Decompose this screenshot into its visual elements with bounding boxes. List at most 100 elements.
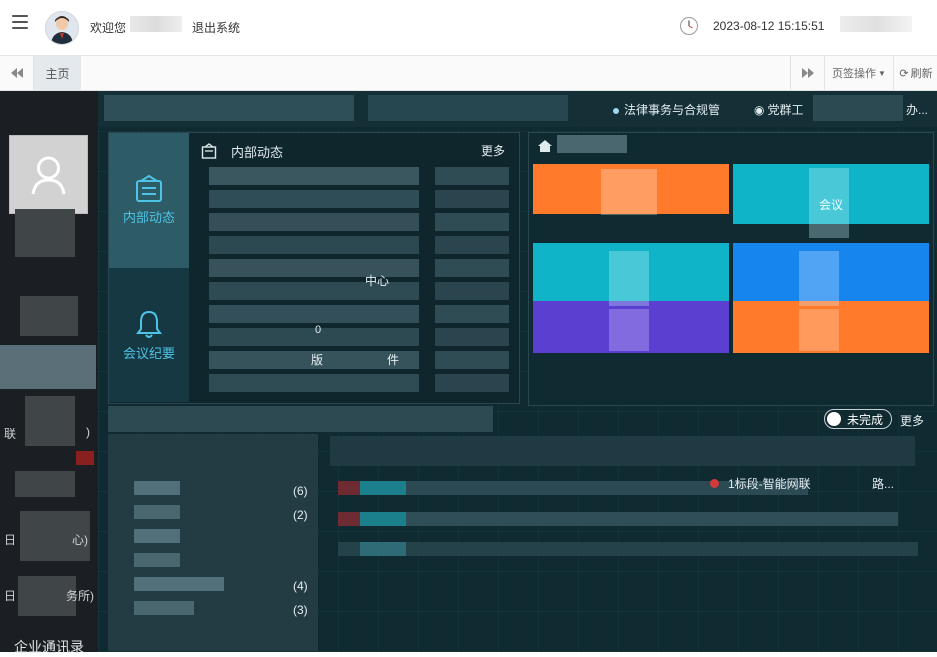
todo-category[interactable] <box>134 505 180 519</box>
todo-row[interactable] <box>338 542 918 556</box>
todo-count: (6) <box>293 484 308 498</box>
header-right-blurred <box>840 16 912 32</box>
panel-title-internal-news: 内部动态 <box>231 145 284 160</box>
todo-row-text[interactable]: 1标段-智能网联 <box>728 475 811 492</box>
welcome-text: 欢迎您 <box>90 21 127 35</box>
refresh-label: 刷新 <box>910 68 933 80</box>
sidebar-item-fragment[interactable]: 日 <box>4 587 16 604</box>
todo-row-text-suffix: 路... <box>872 477 895 491</box>
sidebar-item-contacts[interactable]: 企业通讯录 <box>14 637 84 657</box>
tile-blurred-overlay <box>609 309 649 351</box>
internal-news-panel: 内部动态 会议纪要 内部动态 更多 中心 0 版 件 <box>108 132 520 404</box>
menu-icon[interactable] <box>12 14 30 30</box>
nav-item-office[interactable]: 办... <box>906 101 928 118</box>
list-date <box>435 351 509 369</box>
todo-row-dot <box>710 479 719 488</box>
todo-row[interactable] <box>338 512 898 526</box>
sidebar-blurred-block <box>15 471 75 497</box>
sidebar: 联 ) 日 心) 日 务所) 企业通讯录 <box>0 91 98 655</box>
sidebar-blurred-block <box>20 296 78 336</box>
todo-count: (3) <box>293 603 308 617</box>
tab-bar: 主页 页签操作 ▼ ⟳ 刷新 <box>0 56 937 91</box>
todo-category[interactable] <box>134 553 180 567</box>
todo-more-link[interactable]: 更多 <box>900 412 924 429</box>
todo-category[interactable] <box>134 481 180 495</box>
list-item[interactable] <box>209 213 419 231</box>
news-text-fragment: 版 <box>311 353 324 367</box>
home-icon <box>538 140 552 152</box>
tile-blurred-overlay <box>799 309 839 351</box>
tab-scroll-right-button[interactable] <box>790 56 824 90</box>
sidebar-avatar[interactable] <box>9 135 88 214</box>
sidebar-item-fragment: 心) <box>72 533 88 547</box>
tab-operations-dropdown[interactable]: 页签操作 ▼ <box>824 56 893 90</box>
todo-category[interactable] <box>134 577 224 591</box>
list-date <box>435 374 509 392</box>
todo-row-accent <box>360 542 406 556</box>
news-text-fragment: 中心 <box>365 274 390 288</box>
tab-operations-label: 页签操作 <box>832 68 877 80</box>
tile-blurred-overlay <box>809 168 849 238</box>
list-item[interactable] <box>209 190 419 208</box>
sidebar-blurred-block <box>25 396 75 446</box>
quick-entry-panel: 会议 <box>528 132 934 406</box>
news-icon <box>136 175 162 202</box>
tab-scroll-left-button[interactable] <box>0 56 34 90</box>
list-item[interactable] <box>209 236 419 254</box>
tab-meeting-minutes-label: 会议纪要 <box>122 345 175 361</box>
list-item[interactable] <box>209 305 419 323</box>
todo-row-marker <box>338 512 362 526</box>
todo-count: (2) <box>293 508 308 522</box>
list-date <box>435 328 509 346</box>
clock-icon <box>679 16 699 36</box>
nav-item-legal[interactable]: 法律事务与合规管 <box>613 101 720 118</box>
internal-news-more-link[interactable]: 更多 <box>481 142 505 159</box>
refresh-button[interactable]: ⟳ 刷新 <box>893 56 937 90</box>
list-item[interactable] <box>209 328 419 346</box>
list-date <box>435 236 509 254</box>
news-header-icon <box>201 143 217 159</box>
sidebar-blurred-block <box>15 209 75 257</box>
sidebar-highlight-block[interactable] <box>0 345 96 389</box>
todo-count: (4) <box>293 579 308 593</box>
party-icon: ◉ <box>754 103 765 117</box>
username-blurred <box>130 16 182 32</box>
refresh-icon: ⟳ <box>899 67 909 80</box>
list-date <box>435 190 509 208</box>
incomplete-toggle[interactable]: 未完成 <box>824 409 892 429</box>
tab-internal-news[interactable]: 内部动态 <box>109 133 189 268</box>
list-date <box>435 167 509 185</box>
todo-category[interactable] <box>134 529 180 543</box>
news-text-fragment: 0 <box>315 324 322 336</box>
todo-category[interactable] <box>134 601 194 615</box>
list-item[interactable] <box>209 167 419 185</box>
sidebar-item-fragment: 务所) <box>66 589 94 603</box>
sidebar-item-fragment: ) <box>86 425 90 439</box>
tab-home[interactable]: 主页 <box>34 56 81 90</box>
sidebar-item-fragment[interactable]: 日 <box>4 531 16 548</box>
tab-meeting-minutes[interactable]: 会议纪要 <box>109 268 189 402</box>
sidebar-item-fragment[interactable]: 联 <box>4 425 16 442</box>
tile-blurred-overlay <box>799 251 839 306</box>
user-icon <box>31 156 66 195</box>
caret-down-icon: ▼ <box>878 68 886 78</box>
nav-blurred-block <box>813 95 903 121</box>
list-date <box>435 213 509 231</box>
todo-list-header <box>330 436 915 466</box>
tile-blurred-overlay <box>601 169 657 215</box>
toggle-knob <box>827 412 841 426</box>
logout-link[interactable]: 退出系统 <box>192 19 240 36</box>
list-item[interactable] <box>209 374 419 392</box>
nav-blurred-block <box>104 95 354 121</box>
list-date <box>435 305 509 323</box>
avatar[interactable] <box>45 11 79 45</box>
dot-icon <box>613 108 619 114</box>
nav-item-party[interactable]: ◉ 党群工 <box>754 101 804 118</box>
sidebar-red-marker <box>76 451 94 465</box>
news-text-fragment: 件 <box>387 353 400 367</box>
top-header: 欢迎您 退出系统 2023-08-12 15:15:51 <box>0 0 937 56</box>
todo-row-marker <box>338 481 362 495</box>
datetime: 2023-08-12 15:15:51 <box>713 19 825 33</box>
double-right-icon <box>801 68 814 78</box>
list-date <box>435 282 509 300</box>
